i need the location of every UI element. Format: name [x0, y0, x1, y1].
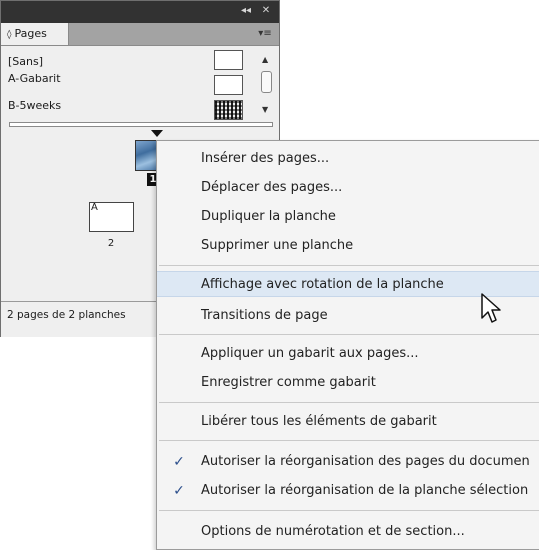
menu-separator — [159, 440, 539, 441]
menu-item-label: Transitions de page — [201, 308, 328, 323]
menu-item-duplicate-spread[interactable]: Dupliquer la planche — [157, 204, 539, 230]
menu-item-insert-pages[interactable]: Insérer des pages... — [157, 146, 539, 172]
page-number: 2 — [107, 238, 115, 249]
mouse-cursor-icon — [481, 293, 501, 323]
master-letter: A — [91, 202, 98, 213]
checkmark-icon: ✓ — [173, 454, 185, 470]
tab-pages[interactable]: ◊ Pages — [1, 23, 69, 45]
menu-item-label: Dupliquer la planche — [201, 209, 336, 224]
panel-menu-icon[interactable]: ▾≡ — [257, 27, 273, 41]
menu-item-allow-document-pages-shuffle[interactable]: ✓ Autoriser la réorganisation des pages … — [157, 449, 539, 475]
master-label: B-5weeks — [8, 99, 62, 112]
status-text: 2 pages de 2 planches — [7, 309, 126, 321]
menu-item-override-master-items[interactable]: Libérer tous les éléments de gabarit — [157, 409, 539, 435]
scroll-thumb[interactable] — [261, 71, 272, 93]
page-thumbnail[interactable]: A — [89, 202, 134, 232]
menu-item-label: Options de numérotation et de section... — [201, 524, 465, 539]
menu-item-label: Libérer tous les éléments de gabarit — [201, 414, 437, 429]
checkmark-icon: ✓ — [173, 483, 185, 499]
menu-item-numbering-section-options[interactable]: Options de numérotation et de section... — [157, 519, 539, 545]
scroll-up-icon[interactable]: ▲ — [262, 55, 268, 64]
master-thumbnail[interactable] — [214, 75, 243, 95]
menu-separator — [159, 510, 539, 511]
master-label: [Sans] — [8, 55, 44, 68]
menu-item-allow-selected-spread-shuffle[interactable]: ✓ Autoriser la réorganisation de la plan… — [157, 478, 539, 504]
menu-item-label: Supprimer une planche — [201, 238, 354, 253]
panel-divider[interactable] — [9, 122, 273, 127]
menu-separator — [159, 334, 539, 335]
master-item-b-5weeks[interactable]: B-5weeks — [8, 97, 61, 115]
tab-row: ◊ Pages ▾≡ — [1, 23, 279, 46]
collapse-panel-icon[interactable]: ◂◂ — [237, 4, 255, 18]
close-icon[interactable]: ✕ — [258, 4, 274, 18]
menu-item-label: Autoriser la réorganisation de la planch… — [201, 483, 529, 498]
menu-item-move-pages[interactable]: Déplacer des pages... — [157, 175, 539, 201]
menu-item-label: Déplacer des pages... — [201, 180, 343, 195]
master-thumbnail[interactable] — [214, 50, 243, 70]
menu-item-label: Enregistrer comme gabarit — [201, 375, 376, 390]
menu-item-label: Appliquer un gabarit aux pages... — [201, 346, 419, 361]
menu-item-label: Insérer des pages... — [201, 151, 330, 166]
menu-separator — [159, 265, 539, 266]
spread-pointer-icon — [151, 130, 163, 137]
master-item-a-gabarit[interactable]: A-Gabarit — [8, 70, 61, 88]
master-thumbnail[interactable] — [214, 100, 243, 120]
menu-item-label: Autoriser la réorganisation des pages du… — [201, 454, 530, 469]
tab-expand-icon: ◊ — [7, 30, 12, 40]
master-item-none[interactable]: [Sans] — [8, 53, 43, 71]
master-label: A-Gabarit — [8, 72, 61, 85]
menu-item-label: Affichage avec rotation de la planche — [201, 277, 444, 292]
masters-scrollbar[interactable]: ▲ ▼ — [259, 47, 275, 121]
tab-pages-label: Pages — [14, 27, 47, 40]
menu-separator — [159, 402, 539, 403]
scroll-down-icon[interactable]: ▼ — [262, 105, 268, 114]
menu-item-save-as-master[interactable]: Enregistrer comme gabarit — [157, 370, 539, 396]
menu-item-delete-spread[interactable]: Supprimer une planche — [157, 233, 539, 259]
context-menu: Insérer des pages... Déplacer des pages.… — [156, 140, 539, 550]
masters-list: [Sans] A-Gabarit B-5weeks — [1, 47, 279, 123]
panel-title-strip: ◂◂ ✕ — [1, 1, 279, 23]
menu-item-apply-master[interactable]: Appliquer un gabarit aux pages... — [157, 341, 539, 367]
